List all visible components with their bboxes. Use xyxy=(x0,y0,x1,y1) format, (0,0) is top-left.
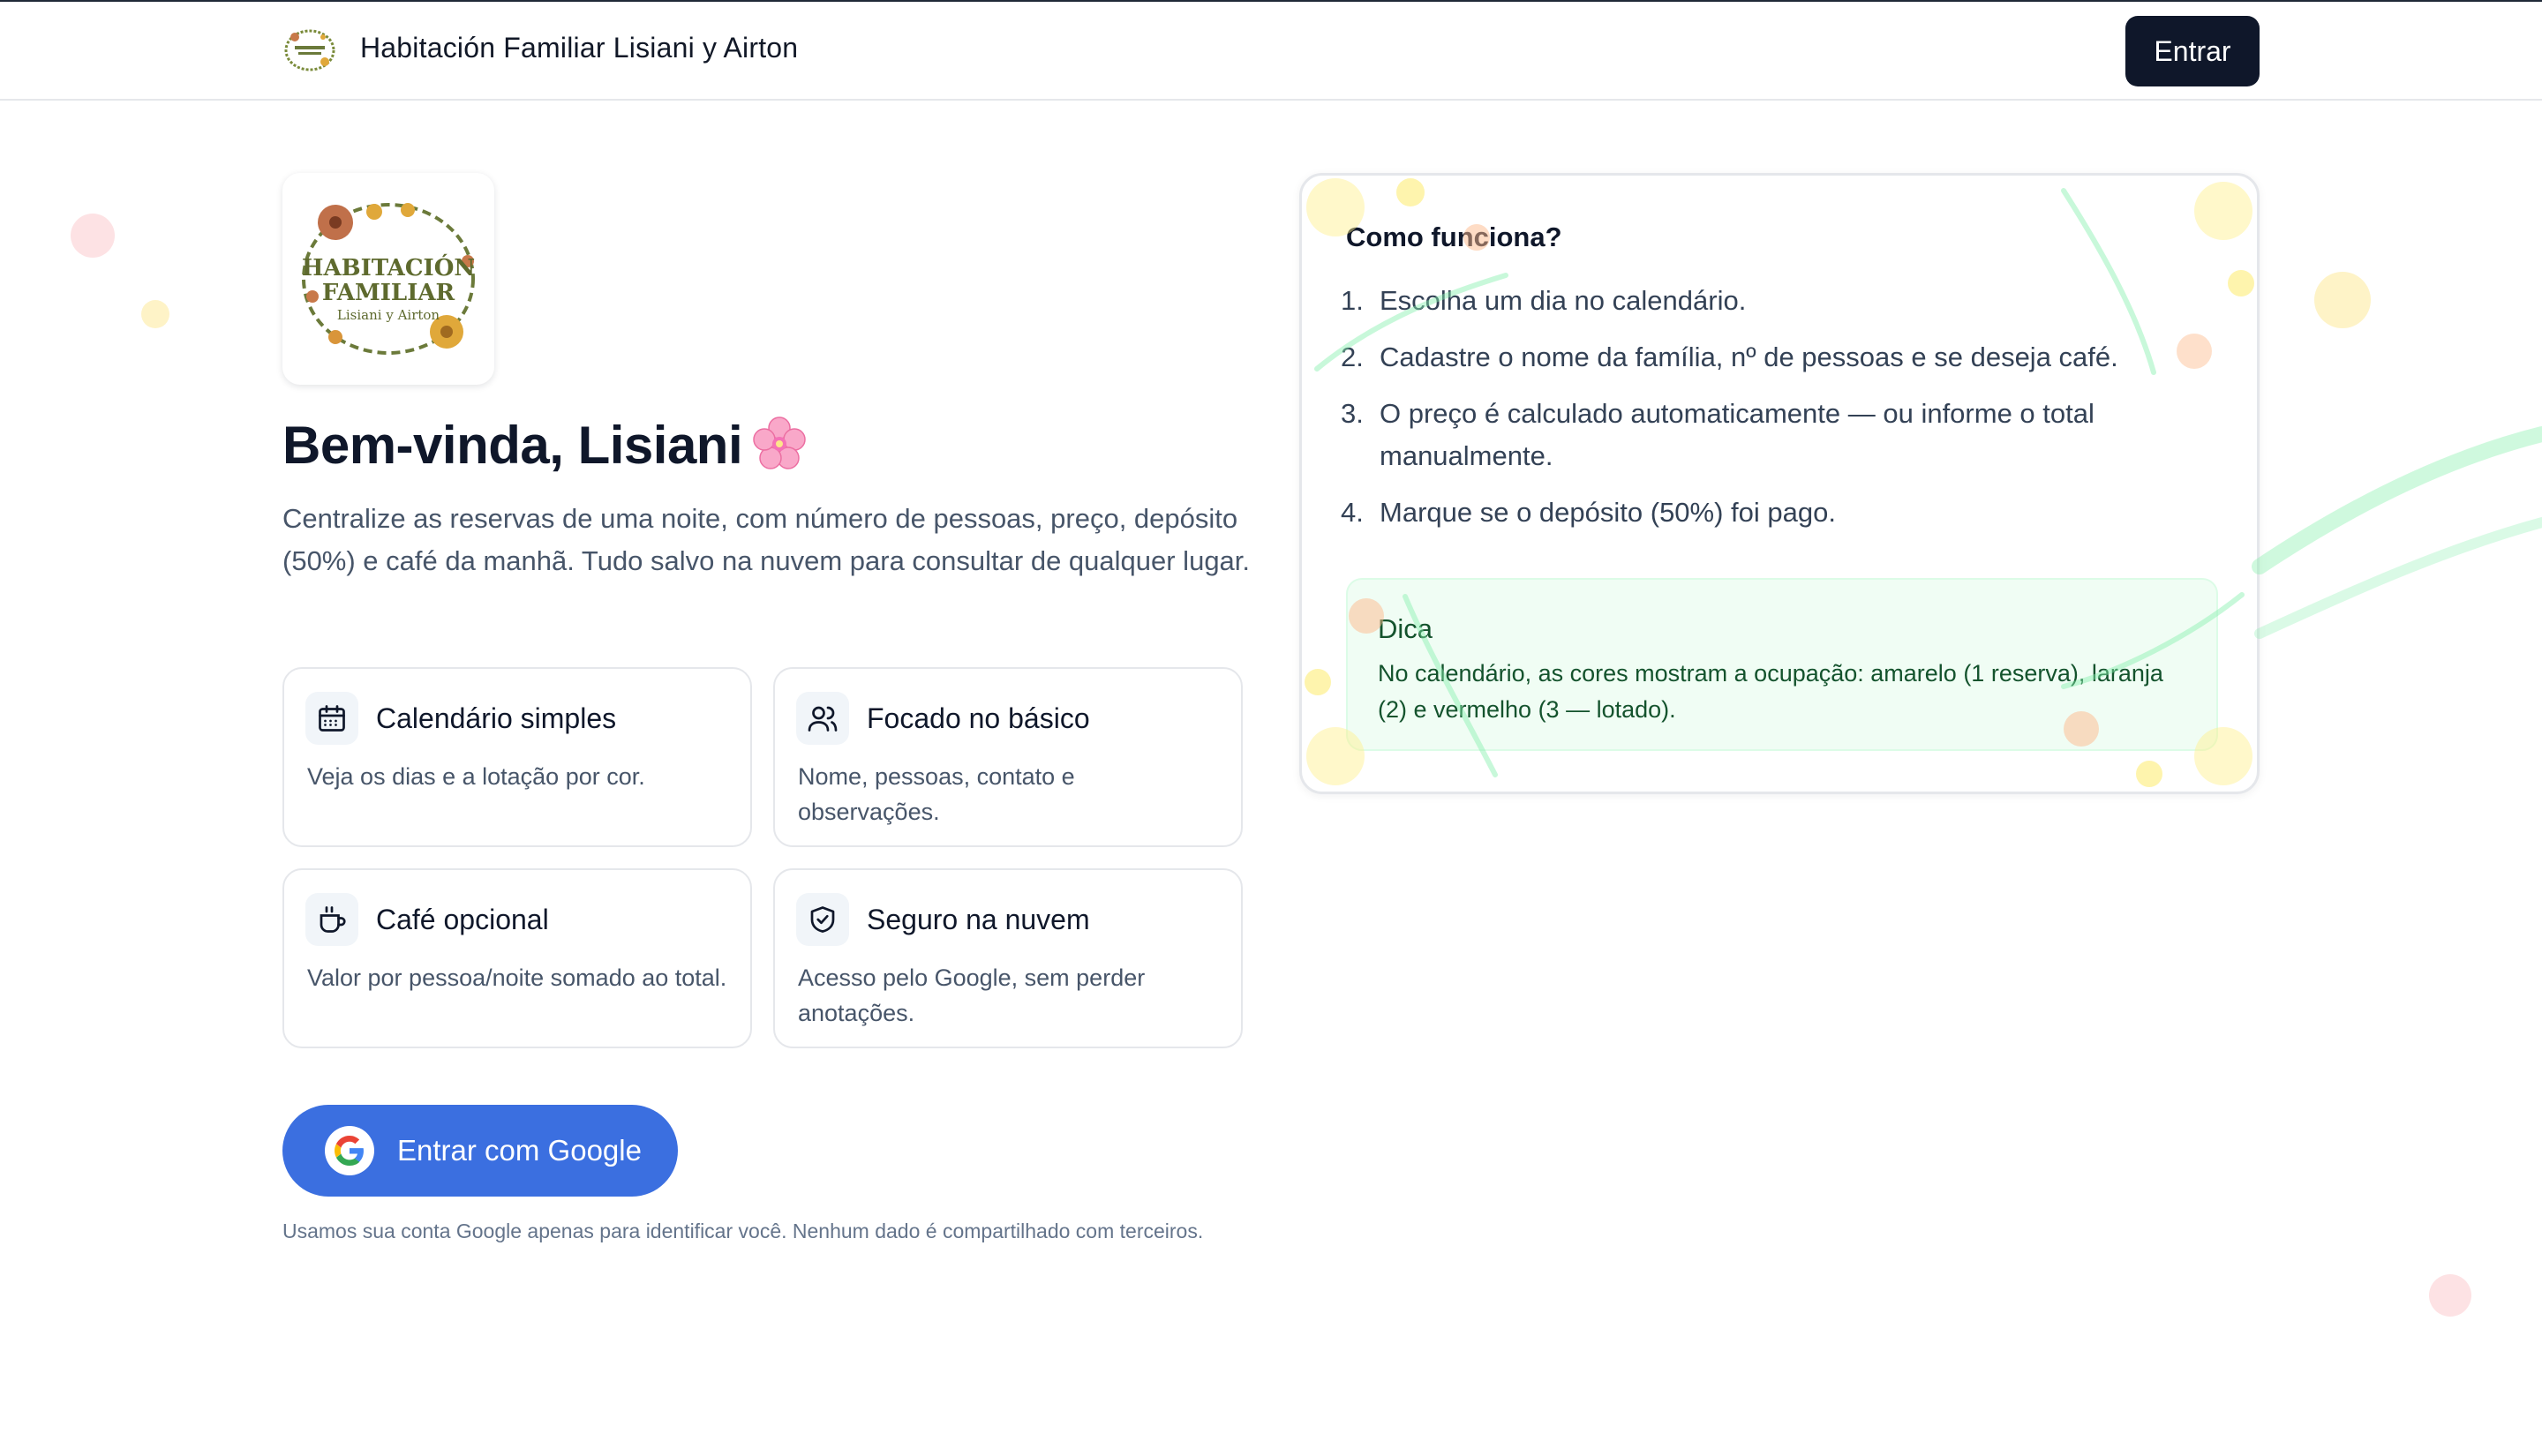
cherry-blossom-icon xyxy=(751,416,808,472)
top-header: Habitación Familiar Lisiani y Airton Ent… xyxy=(0,2,2542,101)
privacy-disclaimer: Usamos sua conta Google apenas para iden… xyxy=(282,1220,1204,1242)
coffee-icon xyxy=(305,893,358,946)
feature-title: Calendário simples xyxy=(376,702,617,734)
decorative-dot xyxy=(1306,178,1365,236)
decorative-dot xyxy=(2194,182,2252,240)
calendar-icon xyxy=(305,692,358,745)
decorative-dot xyxy=(2228,270,2254,296)
how-it-works-card: Como funciona? 1. Escolha um dia no calen… xyxy=(1299,173,2260,794)
intro-paragraph: Centralize as reservas de uma noite, com… xyxy=(282,503,1251,576)
feature-description: Acesso pelo Google, sem perder anotações… xyxy=(798,964,1146,1026)
decorative-dot xyxy=(2314,272,2371,328)
decorative-dot xyxy=(1305,669,1331,695)
step-item: 4. Marque se o depósito (50%) foi pago. xyxy=(1341,497,1836,528)
steps-list: 1. Escolha um dia no calendário. 2. Cadast… xyxy=(1341,280,2206,548)
decorative-dot xyxy=(2064,711,2099,747)
step-item: 2. Cadastre o nome da família, nº de pess… xyxy=(1341,341,2118,372)
step-item: 3. O preço é calculado automaticamente — … xyxy=(1341,398,2095,471)
enter-button[interactable]: Entrar xyxy=(2125,16,2260,86)
decorative-dot xyxy=(2136,761,2162,787)
feature-card-calendar: Calendário simples Veja os dias e a lota… xyxy=(282,667,752,847)
decorative-dot xyxy=(1463,224,1490,251)
decorative-dot xyxy=(2177,334,2212,369)
google-signin-label: Entrar com Google xyxy=(397,1134,642,1167)
brand-logo-icon xyxy=(282,26,337,74)
feature-title: Café opcional xyxy=(376,904,549,935)
feature-title: Focado no básico xyxy=(867,702,1090,734)
feature-card-coffee: Café opcional Valor por pessoa/noite som… xyxy=(282,868,752,1048)
feature-title: Seguro na nuvem xyxy=(867,904,1090,935)
feature-description: Veja os dias e a lotação por cor. xyxy=(307,763,645,790)
decorative-dot xyxy=(1349,598,1384,634)
users-icon xyxy=(796,692,849,745)
tip-title: Dica xyxy=(1378,613,1433,644)
feature-card-security: Seguro na nuvem Acesso pelo Google, sem … xyxy=(773,868,1243,1048)
step-item: 1. Escolha um dia no calendário. xyxy=(1341,285,1747,316)
wreath-logo-icon: HABITACIÓN FAMILIAR Lisiani y Airton xyxy=(302,203,475,355)
decorative-dot xyxy=(71,214,115,258)
welcome-text: Bem-vinda, Lisiani xyxy=(282,416,743,475)
decorative-dot xyxy=(1396,178,1425,206)
decorative-dot xyxy=(2429,1274,2471,1317)
feature-description: Valor por pessoa/noite somado ao total. xyxy=(307,964,727,991)
feature-description: Nome, pessoas, contato e observações. xyxy=(798,763,1075,825)
google-signin-button[interactable]: Entrar com Google xyxy=(282,1105,678,1197)
google-icon xyxy=(325,1126,374,1175)
decorative-dot xyxy=(1306,727,1365,785)
svg-text:HABITACIÓN: HABITACIÓN xyxy=(302,253,475,281)
svg-text:FAMILIAR: FAMILIAR xyxy=(322,280,455,306)
how-it-works-title: Como funciona? xyxy=(1346,221,1562,252)
decorative-dot xyxy=(141,300,169,328)
welcome-heading: Bem-vinda, Lisiani xyxy=(282,415,808,476)
decorative-dot xyxy=(2194,727,2252,785)
brand-logo-card: HABITACIÓN FAMILIAR Lisiani y Airton xyxy=(282,173,494,385)
shield-check-icon xyxy=(796,893,849,946)
svg-text:Lisiani y Airton: Lisiani y Airton xyxy=(337,307,440,323)
brand-title: Habitación Familiar Lisiani y Airton xyxy=(360,32,799,64)
feature-card-basics: Focado no básico Nome, pessoas, contato … xyxy=(773,667,1243,847)
